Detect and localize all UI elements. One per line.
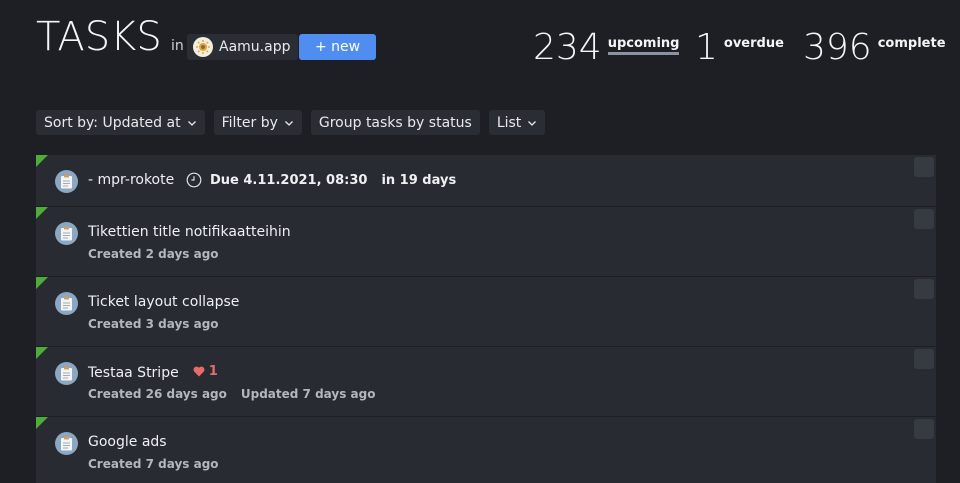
in-label: in (171, 38, 184, 54)
task-checkbox[interactable] (914, 279, 934, 299)
task-checkbox[interactable] (914, 157, 934, 177)
clipboard-icon (55, 292, 78, 315)
task-created: Created 2 days ago (88, 247, 219, 261)
task-meta: Created 2 days ago (88, 247, 219, 261)
view-dropdown[interactable]: List (488, 110, 546, 135)
task-title: - mpr-rokote (88, 172, 175, 188)
task-meta: Created 3 days ago (88, 317, 219, 331)
filter-dropdown[interactable]: Filter by (213, 110, 302, 135)
heart-icon (193, 366, 205, 377)
org-logo-icon (193, 37, 213, 57)
status-corner (36, 417, 48, 429)
status-corner (36, 155, 48, 167)
task-created: Created 3 days ago (88, 317, 219, 331)
overdue-label: overdue (723, 36, 784, 51)
task-title: Testaa Stripe (88, 365, 179, 381)
stat-upcoming[interactable]: 234 upcoming (533, 27, 680, 68)
upcoming-count: 234 (533, 27, 602, 68)
task-checkbox[interactable] (914, 349, 934, 369)
group-toggle-button[interactable]: Group tasks by status (310, 110, 480, 135)
complete-label: complete (877, 36, 946, 51)
task-row[interactable]: Testaa Stripe 1 Created 26 days ago Updat… (36, 347, 936, 416)
task-due: Due 4.11.2021, 08:30 in 19 days (186, 172, 456, 188)
task-title: Tikettien title notifikaatteihin (88, 224, 291, 240)
task-created: Created 7 days ago (88, 457, 219, 471)
overdue-count: 1 (695, 27, 718, 68)
page-header: TASKS in Aamu.app + new 234 upcoming 1 o… (0, 0, 960, 100)
org-selector[interactable]: Aamu.app (187, 34, 299, 60)
task-toolbar: Sort by: Updated at Filter by Group task… (36, 110, 546, 135)
group-label: Group tasks by status (318, 114, 472, 131)
chevron-down-icon (284, 120, 293, 126)
task-list: - mpr-rokote Due 4.11.2021, 08:30 in 19 … (36, 155, 936, 483)
due-date: Due 4.11.2021, 08:30 (210, 172, 368, 188)
clock-icon (186, 172, 202, 188)
task-title: Google ads (88, 434, 167, 450)
stat-overdue[interactable]: 1 overdue (695, 28, 784, 68)
task-title: Ticket layout collapse (88, 294, 240, 310)
org-name: Aamu.app (219, 39, 291, 55)
sort-label: Sort by: Updated at (44, 114, 181, 131)
new-task-button[interactable]: + new (299, 34, 376, 60)
view-label: List (496, 114, 522, 131)
clipboard-icon (55, 362, 78, 385)
sort-dropdown[interactable]: Sort by: Updated at (36, 110, 205, 135)
complete-count: 396 (803, 27, 872, 68)
chevron-down-icon (528, 120, 537, 126)
status-corner (36, 277, 48, 289)
task-created: Created 26 days ago (88, 387, 227, 401)
clipboard-icon (55, 170, 78, 193)
chevron-down-icon (187, 120, 196, 126)
due-relative: in 19 days (381, 172, 457, 188)
task-row[interactable]: Tikettien title notifikaatteihin Created… (36, 207, 936, 276)
likes-count: 1 (208, 364, 218, 379)
task-row[interactable]: - mpr-rokote Due 4.11.2021, 08:30 in 19 … (36, 155, 936, 206)
task-meta: Created 26 days ago Updated 7 days ago (88, 387, 375, 401)
task-updated: Updated 7 days ago (240, 387, 376, 401)
clipboard-icon (55, 432, 78, 455)
task-meta: Created 7 days ago (88, 457, 219, 471)
task-checkbox[interactable] (914, 419, 934, 439)
upcoming-label: upcoming (607, 36, 680, 55)
task-likes[interactable]: 1 (193, 364, 218, 379)
clipboard-icon (55, 222, 78, 245)
task-title-group: Testaa Stripe 1 (88, 364, 218, 381)
page-title: TASKS (36, 14, 162, 60)
task-row[interactable]: Ticket layout collapse Created 3 days ag… (36, 277, 936, 346)
status-corner (36, 347, 48, 359)
filter-label: Filter by (221, 114, 278, 131)
task-checkbox[interactable] (914, 209, 934, 229)
status-corner (36, 207, 48, 219)
stat-complete[interactable]: 396 complete (803, 28, 946, 68)
task-row[interactable]: Google ads Created 7 days ago (36, 417, 936, 483)
